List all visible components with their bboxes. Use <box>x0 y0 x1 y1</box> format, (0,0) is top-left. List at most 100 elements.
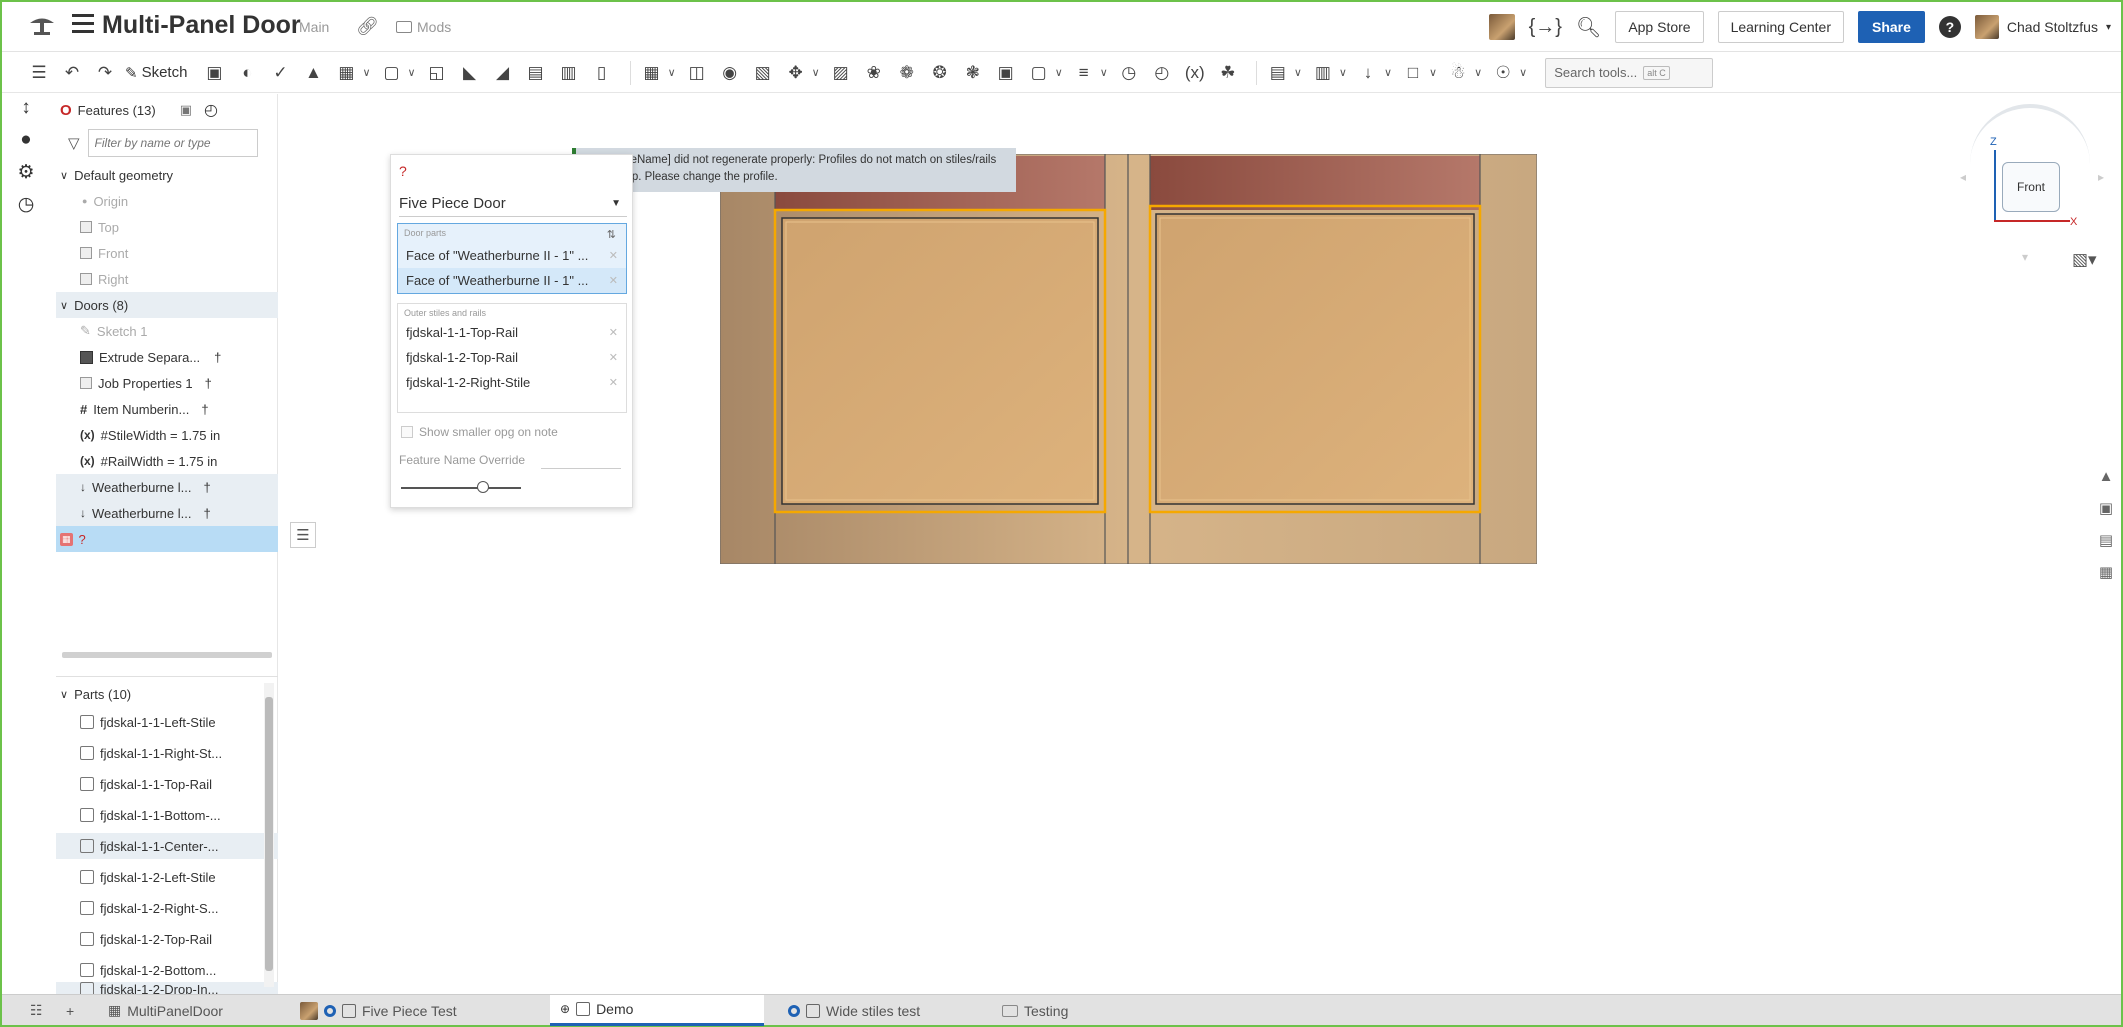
tree-folder-doors[interactable]: ∨ Doors (8) <box>56 292 278 318</box>
chevron-down-icon[interactable]: ∨ <box>1519 66 1527 79</box>
sort-icon[interactable]: ⇅ <box>607 228 616 241</box>
tree-folder-default-geometry[interactable]: ∨ Default geometry <box>56 162 278 188</box>
search-icon[interactable]: 🔍︎ <box>1576 15 1601 40</box>
sweep-icon[interactable]: ✓ <box>267 60 293 86</box>
drag-handle-icon[interactable]: † <box>203 506 210 521</box>
variable-table-icon[interactable]: ▦ <box>2094 560 2118 584</box>
measure-icon[interactable]: ◷ <box>1116 60 1142 86</box>
remove-icon[interactable]: ✕ <box>609 249 618 262</box>
tree-item-front-plane[interactable]: Front <box>56 240 278 266</box>
mate-connector-icon[interactable]: ▢ <box>1026 60 1052 86</box>
thicken-icon[interactable]: ▦ <box>333 60 359 86</box>
tab-demo[interactable]: ⊕ Demo <box>550 995 764 1026</box>
slider-handle[interactable] <box>477 481 489 493</box>
chevron-down-icon[interactable]: ∨ <box>668 66 676 79</box>
outer-stiles-query[interactable]: Outer stiles and rails fjdskal-1-1-Top-R… <box>397 303 627 413</box>
folder-breadcrumb[interactable]: Mods <box>396 19 451 35</box>
composite-part-icon[interactable]: ☘ <box>1215 60 1241 86</box>
appearance-icon[interactable]: ▲ <box>2094 464 2118 488</box>
parts-header[interactable]: ∨ Parts (10) <box>56 681 278 707</box>
custom-table-icon[interactable]: ▤ <box>2094 528 2118 552</box>
replace-face-icon[interactable]: ❂ <box>927 60 953 86</box>
chevron-down-icon[interactable]: ∨ <box>60 299 68 312</box>
branch-label[interactable]: Main <box>299 19 329 35</box>
chevron-down-icon[interactable]: ∨ <box>408 66 416 79</box>
list-item[interactable]: fjdskal-1-2-Top-Rail <box>56 926 278 952</box>
tree-item-sketch[interactable]: ✎ Sketch 1 <box>56 318 278 344</box>
tab-five-piece-test[interactable]: Five Piece Test <box>290 995 467 1026</box>
shell-icon[interactable]: ▤ <box>523 60 549 86</box>
cabinet-tool-icon[interactable]: ↓ <box>1355 60 1381 86</box>
door-parts-query[interactable]: Door parts ⇅ Face of "Weatherburne II - … <box>397 223 627 294</box>
chevron-down-icon[interactable]: ∨ <box>1384 66 1392 79</box>
extrude-icon[interactable]: ▣ <box>201 60 227 86</box>
chevron-down-icon[interactable]: ∨ <box>812 66 820 79</box>
app-store-button[interactable]: App Store <box>1615 11 1704 43</box>
tab-manager-icon[interactable]: ☷ <box>20 995 53 1026</box>
tree-item-item-numbering[interactable]: # Item Numberin... † <box>56 396 278 422</box>
outer-item[interactable]: fjdskal-1-1-Top-Rail ✕ <box>398 320 626 345</box>
view-cube[interactable]: ◂ ▸ ▾ Z X Front ▧▾ <box>1960 104 2110 284</box>
tab-multipaneldoor[interactable]: ▦ MultiPanelDoor <box>98 995 233 1026</box>
pattern-icon[interactable]: ▦ <box>639 60 665 86</box>
hole-icon[interactable]: ▥ <box>556 60 582 86</box>
door-part-item[interactable]: Face of "Weatherburne II - 1" ... ✕ <box>398 268 626 293</box>
drag-handle-icon[interactable]: † <box>214 350 221 365</box>
list-item[interactable]: fjdskal-1-2-Left-Stile <box>56 864 278 890</box>
undo-icon[interactable]: ↶ <box>59 60 85 86</box>
list-item[interactable]: fjdskal-1-1-Left-Stile <box>56 709 278 735</box>
split-icon[interactable]: ▧ <box>750 60 776 86</box>
chevron-down-icon[interactable]: ∨ <box>1474 66 1482 79</box>
list-item[interactable]: fjdskal-1-1-Top-Rail <box>56 771 278 797</box>
custom-feature-icon[interactable]: ☉ <box>1490 60 1516 86</box>
document-title[interactable]: Multi-Panel Door <box>102 11 301 40</box>
code-brackets-icon[interactable]: {→} <box>1529 16 1562 39</box>
offset-surface-icon[interactable]: ❃ <box>960 60 986 86</box>
collapse-all-icon[interactable]: ▣ <box>180 102 192 118</box>
modify-fillet-icon[interactable]: ❀ <box>861 60 887 86</box>
rib-icon[interactable]: ◢ <box>490 60 516 86</box>
tree-item-stile-width[interactable]: (x) #StileWidth = 1.75 in <box>56 422 278 448</box>
tree-item-rail-width[interactable]: (x) #RailWidth = 1.75 in <box>56 448 278 474</box>
fillet-icon[interactable]: ▢ <box>379 60 405 86</box>
chevron-down-icon[interactable]: ∨ <box>362 66 370 79</box>
chevron-down-icon[interactable]: ∨ <box>60 688 68 701</box>
draft-icon[interactable]: ◣ <box>457 60 483 86</box>
door-model-viewport[interactable] <box>720 154 1537 564</box>
view-options-icon[interactable]: ▧▾ <box>2072 250 2097 270</box>
loft-icon[interactable]: ▲ <box>300 60 326 86</box>
share-button[interactable]: Share <box>1857 11 1925 43</box>
tab-wide-stiles-test[interactable]: Wide stiles test <box>778 995 930 1026</box>
cylinder-icon[interactable]: ▯ <box>589 60 615 86</box>
drag-handle-icon[interactable]: † <box>201 402 208 417</box>
hamburger-menu-icon[interactable] <box>72 14 94 34</box>
boolean-icon[interactable]: ◉ <box>717 60 743 86</box>
scrollbar-thumb[interactable] <box>265 697 273 971</box>
list-item[interactable]: fjdskal-1-2-Right-S... <box>56 895 278 921</box>
parts-scrollbar[interactable] <box>264 683 274 987</box>
move-face-icon[interactable]: ❁ <box>894 60 920 86</box>
rotate-down-icon[interactable]: ▾ <box>2022 250 2028 264</box>
rotate-arc[interactable] <box>1970 104 2090 164</box>
tab-testing[interactable]: Testing <box>992 995 1078 1026</box>
drag-handle-icon[interactable]: † <box>205 376 212 391</box>
search-tools-input[interactable]: Search tools... alt C <box>1545 57 1714 88</box>
document-thumbnail[interactable] <box>1488 14 1515 40</box>
drag-handle-icon[interactable]: † <box>203 480 210 495</box>
list-item[interactable]: fjdskal-1-2-Bottom... <box>56 957 278 983</box>
outer-item[interactable]: fjdskal-1-2-Top-Rail ✕ <box>398 345 626 370</box>
bom-icon[interactable]: ▣ <box>2094 496 2118 520</box>
show-smaller-checkbox-row[interactable]: Show smaller opg on note <box>401 425 558 439</box>
tree-item-extrude[interactable]: Extrude Separa... † <box>56 344 278 370</box>
rotate-right-icon[interactable]: ▸ <box>2098 170 2104 184</box>
link-icon[interactable]: 🔗︎ <box>356 16 379 37</box>
helix-icon[interactable]: ≡ <box>1071 60 1097 86</box>
filter-input[interactable] <box>87 129 258 157</box>
door-part-item[interactable]: Face of "Weatherburne II - 1" ... ✕ <box>398 243 626 268</box>
add-feature-icon[interactable]: ↕ <box>14 96 38 120</box>
history-icon[interactable]: ◷ <box>14 192 38 216</box>
tree-item-job-properties[interactable]: Job Properties 1 † <box>56 370 278 396</box>
revolve-icon[interactable]: ◐ <box>234 60 260 86</box>
show-smaller-checkbox[interactable] <box>401 426 413 438</box>
configurations-icon[interactable]: ⚙ <box>14 160 38 184</box>
